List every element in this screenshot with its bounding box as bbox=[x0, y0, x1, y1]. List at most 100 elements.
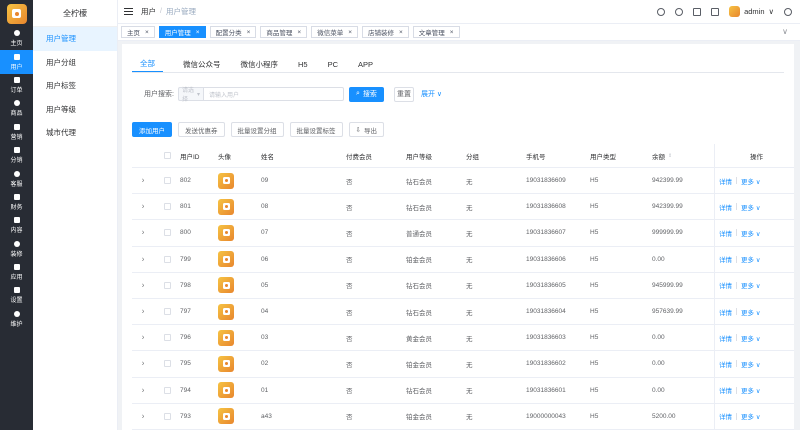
expand-row-icon[interactable]: › bbox=[142, 334, 144, 342]
more-dropdown[interactable]: 更多 ∨ bbox=[741, 228, 761, 238]
more-dropdown[interactable]: 更多 ∨ bbox=[741, 280, 761, 290]
sub-menu-item[interactable]: 用户等级 bbox=[33, 98, 117, 122]
close-icon[interactable]: × bbox=[450, 29, 454, 36]
detail-link[interactable]: 详情 bbox=[719, 411, 732, 421]
row-checkbox[interactable] bbox=[163, 386, 171, 394]
detail-link[interactable]: 详情 bbox=[719, 254, 732, 264]
sort-icon[interactable]: ⇕ bbox=[668, 153, 672, 159]
search-input[interactable]: 请输入用户 bbox=[203, 87, 344, 101]
sub-menu-item[interactable]: 城市代理 bbox=[33, 121, 117, 145]
rail-item-12[interactable]: 维护 bbox=[0, 308, 33, 331]
row-checkbox[interactable] bbox=[163, 308, 171, 316]
expand-row-icon[interactable]: › bbox=[142, 307, 144, 315]
rail-item-4[interactable]: 营销 bbox=[0, 121, 33, 144]
rail-item-11[interactable]: 设置 bbox=[0, 284, 33, 307]
tab-item[interactable]: 主页 × bbox=[121, 26, 155, 38]
row-checkbox[interactable] bbox=[163, 334, 171, 342]
tab-item[interactable]: 店铺装修 × bbox=[361, 26, 409, 38]
sub-menu-item[interactable]: 用户标签 bbox=[33, 74, 117, 98]
detail-link[interactable]: 详情 bbox=[719, 228, 732, 238]
detail-link[interactable]: 详情 bbox=[719, 359, 732, 369]
rail-item-3[interactable]: 商品 bbox=[0, 97, 33, 120]
row-checkbox[interactable] bbox=[163, 412, 171, 420]
refresh-icon[interactable] bbox=[657, 7, 666, 16]
more-dropdown[interactable]: 更多 ∨ bbox=[741, 333, 761, 343]
rail-item-1[interactable]: 用户 bbox=[0, 50, 33, 74]
more-dropdown[interactable]: 更多 ∨ bbox=[741, 359, 761, 369]
gear-icon[interactable] bbox=[784, 7, 792, 16]
expand-row-icon[interactable]: › bbox=[142, 386, 144, 394]
select-all-checkbox[interactable] bbox=[163, 152, 171, 159]
expand-row-icon[interactable]: › bbox=[142, 412, 144, 420]
tab-item[interactable]: 文章管理 × bbox=[412, 26, 460, 38]
row-checkbox[interactable] bbox=[163, 177, 171, 185]
channel-tab[interactable]: H5 bbox=[298, 56, 308, 72]
fullscreen-icon[interactable] bbox=[711, 7, 720, 16]
send-coupon-button[interactable]: 发送优惠券 bbox=[178, 122, 225, 137]
batch-tag-button[interactable]: 批量设置标签 bbox=[289, 122, 343, 137]
channel-tab[interactable]: 全部 bbox=[132, 56, 163, 72]
breadcrumb-root[interactable]: 用户 bbox=[141, 6, 156, 17]
channel-tab[interactable]: PC bbox=[328, 56, 338, 72]
tabs-more-icon[interactable]: ∨ bbox=[782, 27, 788, 36]
detail-link[interactable]: 详情 bbox=[719, 176, 732, 186]
hamburger-icon[interactable] bbox=[124, 8, 133, 15]
more-dropdown[interactable]: 更多 ∨ bbox=[741, 307, 761, 317]
expand-row-icon[interactable]: › bbox=[142, 229, 144, 237]
rail-item-7[interactable]: 财务 bbox=[0, 191, 33, 214]
add-user-button[interactable]: 添加用户 bbox=[132, 122, 172, 137]
sub-menu-item[interactable]: 用户管理 bbox=[33, 27, 117, 51]
rail-item-10[interactable]: 应用 bbox=[0, 261, 33, 284]
search-icon[interactable] bbox=[675, 7, 684, 16]
expand-row-icon[interactable]: › bbox=[142, 360, 144, 368]
expand-row-icon[interactable]: › bbox=[142, 255, 144, 263]
row-checkbox[interactable] bbox=[163, 229, 171, 237]
close-icon[interactable]: × bbox=[145, 29, 149, 36]
search-button[interactable]: ⌕ 搜索 bbox=[348, 86, 384, 102]
detail-link[interactable]: 详情 bbox=[719, 333, 732, 343]
search-type-select[interactable]: 请选择 ▾ bbox=[177, 87, 204, 103]
more-dropdown[interactable]: 更多 ∨ bbox=[741, 176, 761, 186]
channel-tab[interactable]: 微信小程序 bbox=[241, 56, 279, 72]
rail-item-9[interactable]: 装修 bbox=[0, 238, 33, 261]
channel-tab[interactable]: APP bbox=[358, 56, 373, 72]
rail-item-0[interactable]: 主页 bbox=[0, 27, 33, 50]
close-icon[interactable]: × bbox=[399, 29, 403, 36]
tab-item[interactable]: 用户管理 × bbox=[158, 26, 206, 38]
detail-link[interactable]: 详情 bbox=[719, 307, 732, 317]
expand-row-icon[interactable]: › bbox=[142, 203, 144, 211]
close-icon[interactable]: × bbox=[348, 29, 352, 36]
bell-icon[interactable] bbox=[693, 7, 702, 16]
rail-item-6[interactable]: 客服 bbox=[0, 167, 33, 190]
rail-item-2[interactable]: 订单 bbox=[0, 74, 33, 97]
user-menu[interactable]: admin ∨ bbox=[729, 6, 774, 17]
rail-item-5[interactable]: 分销 bbox=[0, 144, 33, 167]
tab-item[interactable]: 配置分类 × bbox=[209, 26, 257, 38]
row-checkbox[interactable] bbox=[163, 281, 171, 289]
more-dropdown[interactable]: 更多 ∨ bbox=[741, 254, 761, 264]
detail-link[interactable]: 详情 bbox=[719, 202, 732, 212]
row-checkbox[interactable] bbox=[163, 360, 171, 368]
tab-item[interactable]: 微信菜单 × bbox=[311, 26, 358, 38]
app-logo[interactable] bbox=[0, 0, 33, 27]
expand-row-icon[interactable]: › bbox=[142, 281, 144, 289]
expand-row-icon[interactable]: › bbox=[142, 176, 144, 184]
batch-group-button[interactable]: 批量设置分组 bbox=[230, 122, 284, 137]
rail-item-8[interactable]: 内容 bbox=[0, 214, 33, 237]
expand-filters-link[interactable]: 展开 ∨ bbox=[421, 89, 442, 99]
close-icon[interactable]: × bbox=[247, 29, 251, 36]
tab-item[interactable]: 商品管理 × bbox=[260, 26, 308, 38]
more-dropdown[interactable]: 更多 ∨ bbox=[741, 202, 761, 212]
channel-tab[interactable]: 微信公众号 bbox=[183, 56, 221, 72]
row-checkbox[interactable] bbox=[163, 255, 171, 263]
close-icon[interactable]: × bbox=[196, 29, 200, 36]
more-dropdown[interactable]: 更多 ∨ bbox=[741, 385, 761, 395]
detail-link[interactable]: 详情 bbox=[719, 280, 732, 290]
close-icon[interactable]: × bbox=[297, 29, 301, 36]
detail-link[interactable]: 详情 bbox=[719, 385, 732, 395]
more-dropdown[interactable]: 更多 ∨ bbox=[741, 411, 761, 421]
sub-menu-item[interactable]: 用户分组 bbox=[33, 51, 117, 75]
reset-button[interactable]: 重置 bbox=[393, 86, 414, 102]
row-checkbox[interactable] bbox=[163, 203, 171, 211]
col-balance[interactable]: 余额 ⇕ bbox=[652, 151, 714, 161]
